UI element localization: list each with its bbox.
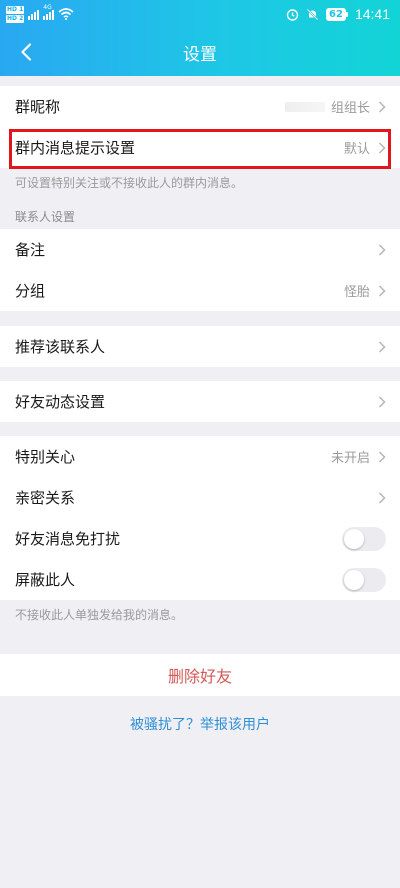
row-group-nickname[interactable]: 群昵称 组组长 bbox=[0, 86, 400, 127]
contact-settings-header: 联系人设置 bbox=[15, 210, 76, 224]
row-value: 默认 bbox=[343, 142, 370, 157]
row-label: 特别关心 bbox=[15, 448, 76, 466]
row-label: 亲密关系 bbox=[15, 489, 76, 507]
mute-bell-icon bbox=[306, 8, 319, 20]
row-recommend-contact[interactable]: 推荐该联系人 bbox=[0, 326, 400, 367]
wifi-icon bbox=[58, 8, 74, 20]
row-label: 群昵称 bbox=[15, 98, 61, 116]
chevron-right-icon bbox=[378, 100, 386, 113]
title-bar: 设置 bbox=[0, 28, 400, 76]
sim-badges: HD 1 HD 2 bbox=[6, 5, 25, 23]
row-label: 好友动态设置 bbox=[15, 393, 106, 411]
row-moments-setting[interactable]: 好友动态设置 bbox=[0, 381, 400, 422]
redacted-name bbox=[284, 101, 325, 112]
page-title: 设置 bbox=[183, 45, 217, 65]
row-remark[interactable]: 备注 bbox=[0, 229, 400, 270]
row-label: 好友消息免打扰 bbox=[15, 530, 121, 548]
privacy-section: 特别关心 未开启 亲密关系 好友消息免打扰 屏蔽此人 bbox=[0, 436, 400, 600]
row-block-person: 屏蔽此人 bbox=[0, 559, 400, 600]
row-grouping[interactable]: 分组 怪胎 bbox=[0, 270, 400, 311]
status-time: 14:41 bbox=[354, 6, 390, 22]
alarm-icon bbox=[286, 8, 299, 21]
group-message-note: 可设置特别关注或不接收此人的群内消息。 bbox=[15, 176, 244, 190]
moments-section: 好友动态设置 bbox=[0, 381, 400, 422]
contact-settings-section: 备注 分组 怪胎 bbox=[0, 229, 400, 311]
sim-badge-1: HD 1 bbox=[6, 5, 25, 14]
recommend-section: 推荐该联系人 bbox=[0, 326, 400, 367]
row-label: 分组 bbox=[15, 282, 46, 300]
chevron-right-icon bbox=[378, 491, 386, 504]
report-user-link[interactable]: 被骚扰了？举报该用户 bbox=[0, 714, 400, 734]
chevron-right-icon bbox=[378, 141, 386, 154]
row-label: 备注 bbox=[15, 241, 46, 259]
dnd-toggle[interactable] bbox=[342, 526, 386, 551]
row-special-care[interactable]: 特别关心 未开启 bbox=[0, 436, 400, 477]
status-right: 62 14:41 bbox=[286, 4, 390, 24]
row-intimate-relation[interactable]: 亲密关系 bbox=[0, 477, 400, 518]
row-value: 怪胎 bbox=[343, 285, 370, 300]
status-bar: HD 1 HD 2 4G 62 14:41 bbox=[0, 0, 400, 28]
signal-4g-icon: 4G bbox=[43, 4, 55, 20]
network-label: 4G bbox=[43, 4, 52, 11]
chevron-right-icon bbox=[378, 284, 386, 297]
row-do-not-disturb: 好友消息免打扰 bbox=[0, 518, 400, 559]
row-label: 屏蔽此人 bbox=[15, 571, 76, 589]
battery-icon: 62 bbox=[326, 7, 348, 21]
row-value: 未开启 bbox=[330, 451, 370, 466]
chevron-right-icon bbox=[378, 340, 386, 353]
delete-friend-button[interactable]: 删除好友 bbox=[0, 654, 400, 696]
chevron-right-icon bbox=[378, 395, 386, 408]
sim-badge-2: HD 2 bbox=[6, 14, 25, 23]
status-left: HD 1 HD 2 4G bbox=[6, 3, 74, 25]
row-group-message-setting[interactable]: 群内消息提示设置 默认 bbox=[0, 127, 400, 168]
app-header: HD 1 HD 2 4G 62 14:41 设置 bbox=[0, 0, 400, 76]
signal-icon bbox=[28, 8, 40, 20]
group-settings-section: 群昵称 组组长 群内消息提示设置 默认 bbox=[0, 86, 400, 168]
chevron-right-icon bbox=[378, 450, 386, 463]
chevron-right-icon bbox=[378, 243, 386, 256]
row-value: 组组长 bbox=[330, 101, 370, 116]
block-note: 不接收此人单独发给我的消息。 bbox=[15, 608, 184, 622]
row-label: 群内消息提示设置 bbox=[15, 139, 136, 157]
battery-level: 62 bbox=[326, 7, 346, 21]
row-label: 推荐该联系人 bbox=[15, 338, 106, 356]
block-toggle[interactable] bbox=[342, 567, 386, 592]
